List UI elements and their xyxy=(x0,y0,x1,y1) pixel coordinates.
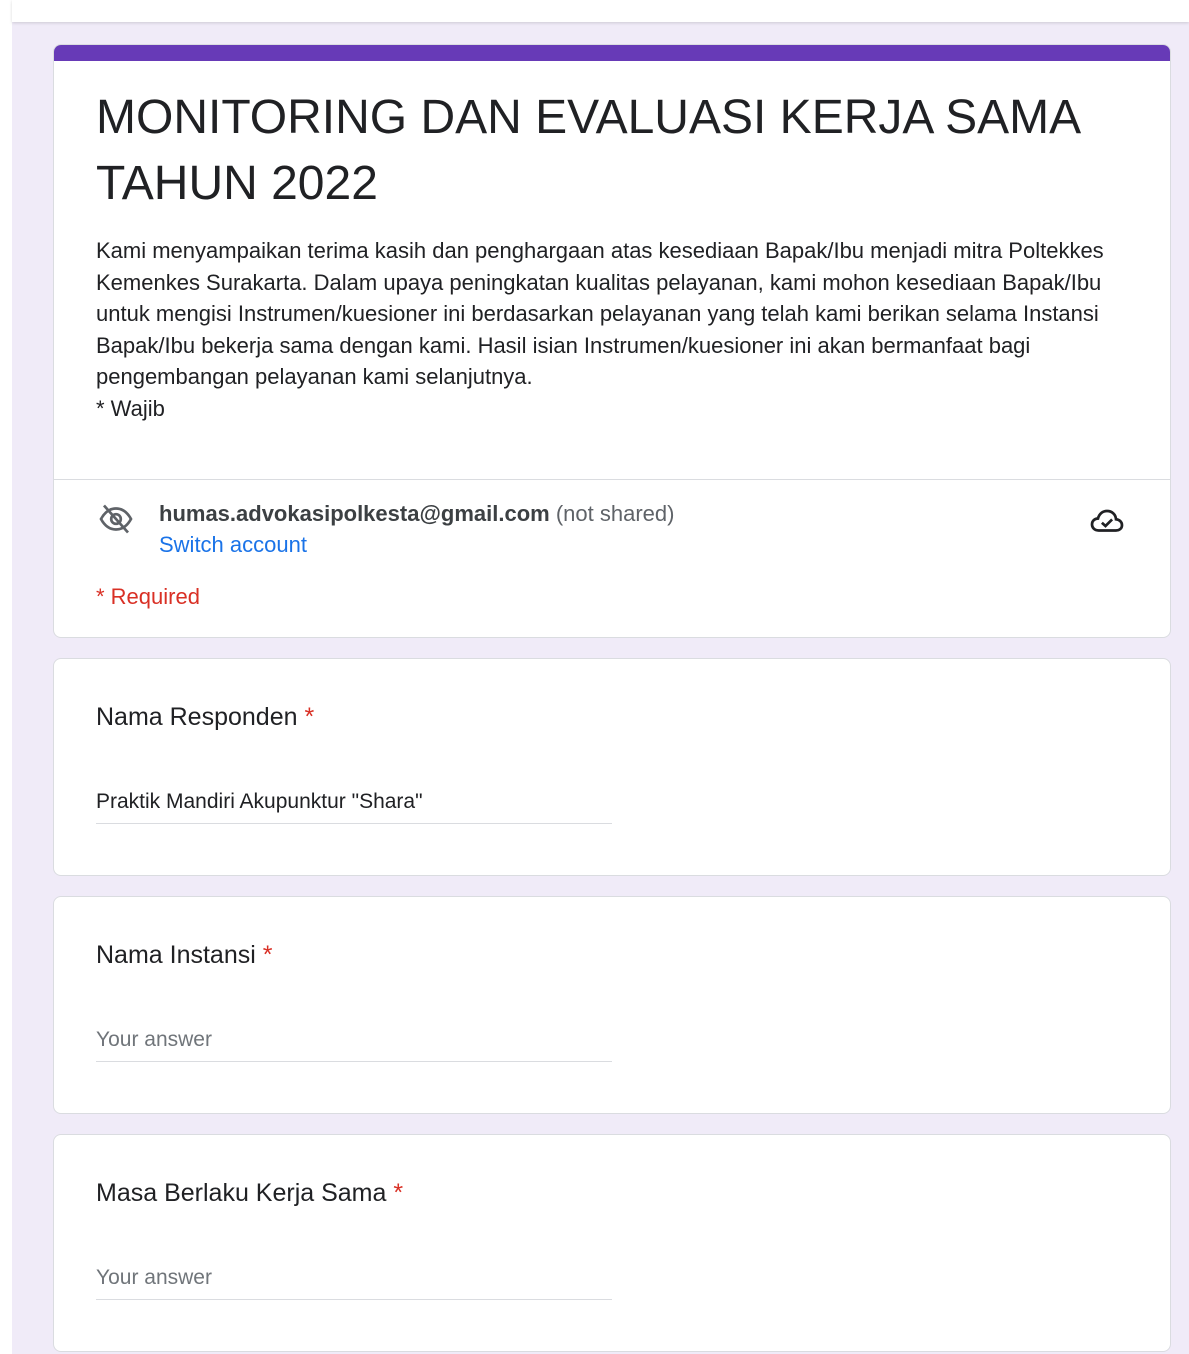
account-share-status: (not shared) xyxy=(555,501,675,526)
required-asterisk: * xyxy=(304,703,315,731)
question-title: Nama Instansi * xyxy=(96,939,272,971)
top-bar xyxy=(12,0,1189,22)
eye-off-icon xyxy=(99,504,133,534)
nama-instansi-input[interactable] xyxy=(96,1019,612,1062)
form-page: MONITORING DAN EVALUASI KERJA SAMA TAHUN… xyxy=(12,0,1189,1354)
switch-account-link[interactable]: Switch account xyxy=(159,531,307,559)
wajib-note: * Wajib xyxy=(96,395,165,421)
form-title: MONITORING DAN EVALUASI KERJA SAMA TAHUN… xyxy=(96,91,1079,210)
masa-berlaku-input[interactable] xyxy=(96,1257,612,1300)
form-header-card: MONITORING DAN EVALUASI KERJA SAMA TAHUN… xyxy=(53,44,1171,638)
header-accent-stripe xyxy=(54,45,1170,61)
required-asterisk: * xyxy=(262,941,273,969)
question-title: Nama Responden * xyxy=(96,701,314,733)
required-note: * Required xyxy=(96,584,200,609)
header-divider xyxy=(54,479,1170,480)
question-label: Nama Instansi xyxy=(96,941,256,969)
form-description-block: Kami menyampaikan terima kasih dan pengh… xyxy=(96,235,1136,425)
question-card-nama-instansi: Nama Instansi * xyxy=(53,896,1171,1114)
required-asterisk: * xyxy=(393,1179,404,1207)
question-title: Masa Berlaku Kerja Sama * xyxy=(96,1177,403,1209)
account-email: humas.advokasipolkesta@gmail.com xyxy=(159,501,550,526)
question-label: Nama Responden xyxy=(96,703,298,731)
question-card-masa-berlaku: Masa Berlaku Kerja Sama * xyxy=(53,1134,1171,1352)
question-label: Masa Berlaku Kerja Sama xyxy=(96,1179,387,1207)
nama-responden-input[interactable] xyxy=(96,781,612,824)
question-card-nama-responden: Nama Responden * xyxy=(53,658,1171,876)
cloud-done-icon xyxy=(1090,509,1124,532)
form-description: Kami menyampaikan terima kasih dan pengh… xyxy=(96,238,1104,390)
account-info: humas.advokasipolkesta@gmail.com (not sh… xyxy=(159,500,674,528)
